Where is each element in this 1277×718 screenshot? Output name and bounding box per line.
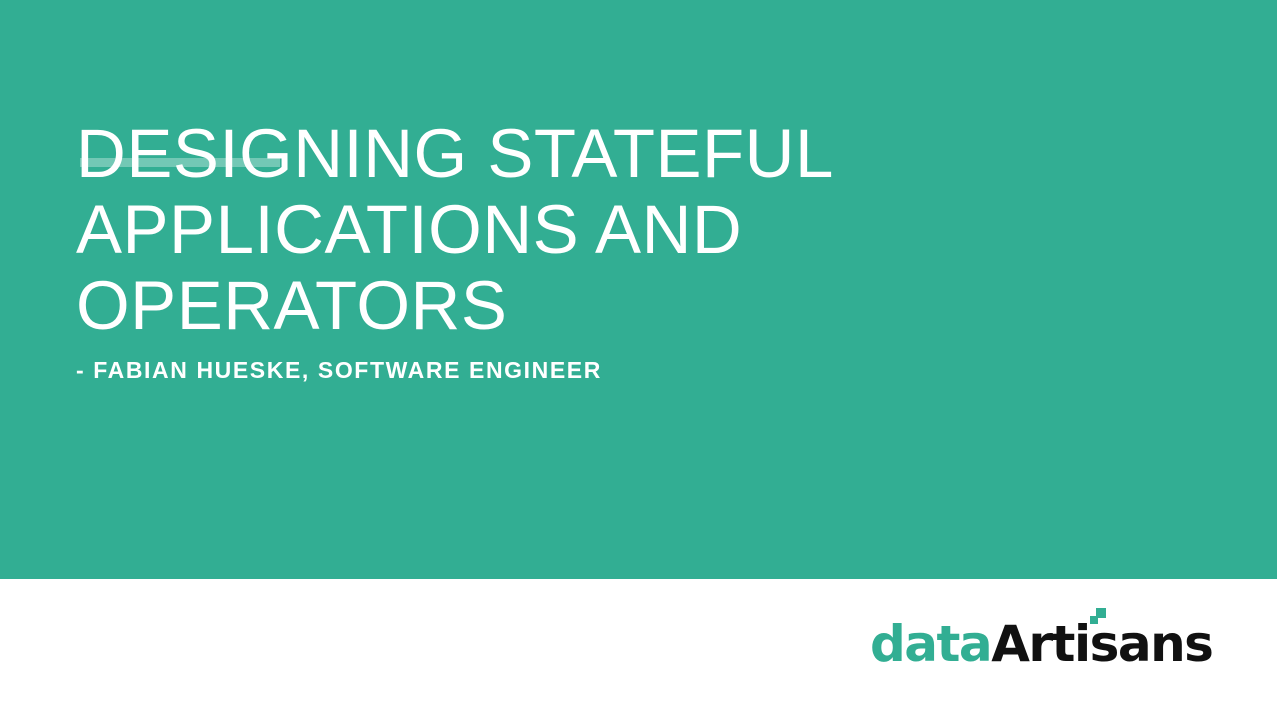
data-artisans-logo: dataArtisans [870,608,1250,678]
slide-title-line-2: APPLICATIONS AND [76,191,743,268]
hero-panel: DESIGNING STATEFUL APPLICATIONS AND OPER… [0,0,1277,579]
logo-word-artisans: Artisans [991,615,1214,673]
slide-title-line-1: DESIGNING STATEFUL [76,115,834,192]
slide-subtitle: - FABIAN HUESKE, SOFTWARE ENGINEER [76,357,602,383]
logo-wordmark: dataArtisans [870,614,1214,674]
title-slide: DESIGNING STATEFUL APPLICATIONS AND OPER… [0,0,1277,718]
slide-title: DESIGNING STATEFUL APPLICATIONS AND OPER… [76,116,1076,344]
logo-word-data: data [870,615,993,673]
slide-title-line-3: OPERATORS [76,267,508,344]
